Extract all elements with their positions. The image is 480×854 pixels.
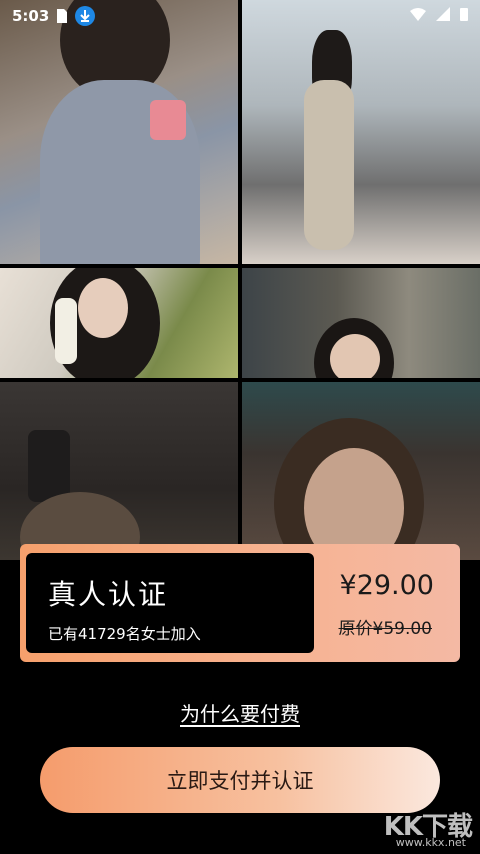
pay-and-verify-button[interactable]: 立即支付并认证 bbox=[40, 747, 440, 813]
photo-2 bbox=[242, 0, 480, 264]
status-bar: 5:03 bbox=[0, 0, 480, 32]
price-label: ¥29.00 bbox=[339, 570, 434, 601]
verification-banner: 真人认证 已有41729名女士加入 ¥29.00 原价¥59.00 bbox=[20, 544, 460, 662]
original-price-label: 原价¥59.00 bbox=[338, 619, 432, 639]
download-icon bbox=[75, 6, 96, 26]
photo-5 bbox=[0, 382, 238, 560]
photo-3 bbox=[0, 268, 238, 378]
photo-1 bbox=[0, 0, 238, 264]
watermark-url: www.kkx.net bbox=[395, 836, 466, 849]
wifi-icon bbox=[410, 7, 426, 25]
battery-icon bbox=[460, 7, 468, 25]
sim-card-icon bbox=[57, 9, 68, 23]
photo-6 bbox=[242, 382, 480, 560]
signal-icon bbox=[436, 7, 450, 25]
joined-count-text: 已有41729名女士加入 bbox=[48, 625, 201, 643]
verification-info-panel: 真人认证 已有41729名女士加入 bbox=[26, 553, 314, 653]
why-pay-link[interactable]: 为什么要付费 bbox=[0, 698, 480, 727]
watermark-logo: KK下载 www.kkx.net bbox=[352, 806, 473, 852]
status-time: 5:03 bbox=[12, 7, 50, 25]
photo-4 bbox=[242, 268, 480, 378]
photo-grid bbox=[0, 0, 480, 560]
verification-title: 真人认证 bbox=[48, 578, 169, 611]
